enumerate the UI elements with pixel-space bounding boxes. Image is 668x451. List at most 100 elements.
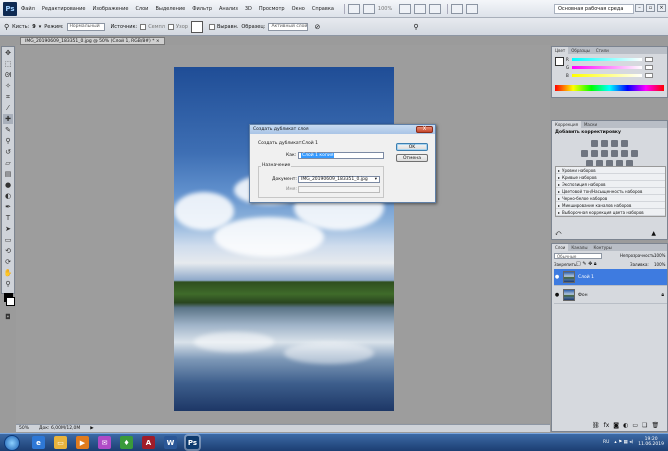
tab-color[interactable]: Цвет: [552, 47, 569, 54]
tab-masks[interactable]: Маски: [581, 121, 600, 128]
path-selection-tool-icon[interactable]: ➤: [3, 224, 13, 234]
pattern-swatch[interactable]: [190, 20, 203, 33]
levels-icon[interactable]: [601, 140, 608, 147]
source-pattern-radio[interactable]: [168, 23, 174, 30]
color-balance-icon[interactable]: [601, 150, 608, 157]
cancel-button[interactable]: Отмена: [396, 154, 428, 162]
adjustment-layer-icon[interactable]: ◐: [623, 422, 628, 429]
menu-analysis[interactable]: Анализ: [219, 6, 238, 12]
eyedropper-tool-icon[interactable]: ⁄: [3, 103, 13, 113]
layer-row-background[interactable]: ● Фон 🔒︎: [554, 287, 667, 304]
delete-layer-icon[interactable]: 🗑︎: [651, 422, 659, 429]
hue-saturation-icon[interactable]: [591, 150, 598, 157]
slider-r-value[interactable]: [645, 56, 653, 62]
dialog-titlebar[interactable]: Создать дубликат слоя X: [250, 125, 435, 134]
arrange-documents-icon[interactable]: [451, 3, 464, 14]
slider-b-track[interactable]: [572, 73, 642, 77]
layer-row-layer1[interactable]: ● Слой 1: [554, 269, 667, 286]
document-tab[interactable]: IMG_20190609_183351_0.jpg @ 50% (Слой 1,…: [20, 37, 165, 45]
lasso-tool-icon[interactable]: ᘛ: [3, 70, 13, 80]
photo-filter-icon[interactable]: [621, 150, 628, 157]
close-icon[interactable]: ×: [657, 4, 666, 12]
dodge-tool-icon[interactable]: ◐: [3, 191, 13, 201]
word-icon[interactable]: W: [164, 436, 177, 449]
background-color-swatch[interactable]: [6, 297, 15, 306]
3d-orbit-tool-icon[interactable]: ⟳: [3, 257, 13, 267]
tray-icons[interactable]: ▴ ⚑ ▦ ◂): [614, 440, 633, 445]
hand-tool-icon[interactable]: ✋: [3, 268, 13, 278]
menu-view[interactable]: Просмотр: [259, 6, 285, 12]
new-group-icon[interactable]: ▭: [632, 422, 638, 429]
ok-button[interactable]: OK: [396, 143, 428, 151]
layer-style-icon[interactable]: fx: [604, 422, 610, 429]
zoom-tool-icon[interactable]: [414, 3, 427, 14]
black-white-icon[interactable]: [611, 150, 618, 157]
tab-layers[interactable]: Слои: [552, 244, 569, 251]
gradient-tool-icon[interactable]: ▤: [3, 169, 13, 179]
menu-help[interactable]: Справка: [312, 6, 334, 12]
eraser-tool-icon[interactable]: ▱: [3, 158, 13, 168]
color-spectrum-bar[interactable]: [555, 85, 664, 91]
document-image[interactable]: [174, 67, 394, 411]
link-layers-icon[interactable]: ⛓: [592, 422, 600, 429]
crop-tool-icon[interactable]: ⌗: [3, 92, 13, 102]
document-select[interactable]: IMG_20190609_183351_0.jpg ▾: [298, 176, 380, 183]
tab-channels[interactable]: Каналы: [568, 244, 590, 251]
menu-image[interactable]: Изображение: [92, 6, 128, 12]
slider-b-value[interactable]: [645, 72, 653, 78]
history-brush-tool-icon[interactable]: ↺: [3, 147, 13, 157]
sample-select[interactable]: Активный слой: [268, 22, 309, 31]
tab-swatches[interactable]: Образцы: [568, 47, 593, 54]
healing-tool-icon[interactable]: ✚: [3, 114, 13, 124]
canvas-area[interactable]: [16, 45, 550, 423]
list-item[interactable]: Черно-белое наборов: [556, 195, 665, 202]
screen-mode-icon[interactable]: [466, 3, 479, 14]
tab-paths[interactable]: Контуры: [590, 244, 614, 251]
close-icon[interactable]: X: [416, 126, 433, 133]
bridge-icon[interactable]: [347, 3, 360, 14]
clone-stamp-tool-icon[interactable]: ⚲: [3, 136, 13, 146]
clone-stamp-icon[interactable]: ⚲: [4, 23, 9, 31]
type-tool-icon[interactable]: T: [3, 213, 13, 223]
access-icon[interactable]: A: [142, 436, 155, 449]
source-sample-radio[interactable]: [140, 23, 147, 30]
slider-g-value[interactable]: [645, 64, 653, 70]
blur-tool-icon[interactable]: ●: [3, 180, 13, 190]
eye-icon[interactable]: ●: [554, 292, 560, 298]
exposure-icon[interactable]: [621, 140, 628, 147]
start-button[interactable]: [4, 434, 20, 451]
tab-adjustments[interactable]: Коррекция: [552, 121, 581, 128]
list-item[interactable]: Выборочная коррекция цвета наборов: [556, 209, 665, 216]
hand-tool-icon[interactable]: [399, 3, 412, 14]
add-mask-icon[interactable]: ◙: [613, 422, 619, 429]
return-icon[interactable]: ⤺: [555, 230, 561, 237]
shape-tool-icon[interactable]: ▭: [3, 235, 13, 245]
mail-icon[interactable]: ✉: [98, 436, 111, 449]
brush-size[interactable]: 9: [32, 24, 35, 30]
folder-icon[interactable]: ▭: [54, 436, 67, 449]
menu-filter[interactable]: Фильтр: [192, 6, 212, 12]
marquee-tool-icon[interactable]: ⬚: [3, 59, 13, 69]
vibrance-icon[interactable]: [581, 150, 588, 157]
clock[interactable]: 19:20 11.06.2019: [638, 437, 664, 447]
minimize-icon[interactable]: –: [635, 4, 644, 12]
pen-tool-icon[interactable]: ✒: [3, 202, 13, 212]
menu-select[interactable]: Выделение: [155, 6, 185, 12]
list-item[interactable]: Кривые наборов: [556, 174, 665, 181]
blend-mode-select[interactable]: Обычные: [554, 253, 602, 259]
zoom-tool-icon[interactable]: ⚲: [3, 279, 13, 289]
lock-icon[interactable]: ▲: [651, 230, 656, 237]
menu-edit[interactable]: Редактирование: [42, 6, 86, 12]
slider-r-track[interactable]: [572, 57, 642, 61]
slider-g[interactable]: G: [566, 64, 653, 70]
new-layer-icon[interactable]: ❏: [642, 422, 647, 429]
move-tool-icon[interactable]: ✥: [3, 48, 13, 58]
list-item[interactable]: Экспозиция наборов: [556, 181, 665, 188]
list-item[interactable]: Микширование каналов наборов: [556, 202, 665, 209]
channel-mixer-icon[interactable]: [631, 150, 638, 157]
status-zoom[interactable]: 50%: [19, 426, 29, 431]
quick-mask-icon[interactable]: ◘: [3, 312, 13, 322]
foreground-swatch[interactable]: [555, 57, 564, 66]
magic-wand-tool-icon[interactable]: ✧: [3, 81, 13, 91]
clone-source-panel-icon[interactable]: ⚲: [413, 23, 418, 31]
